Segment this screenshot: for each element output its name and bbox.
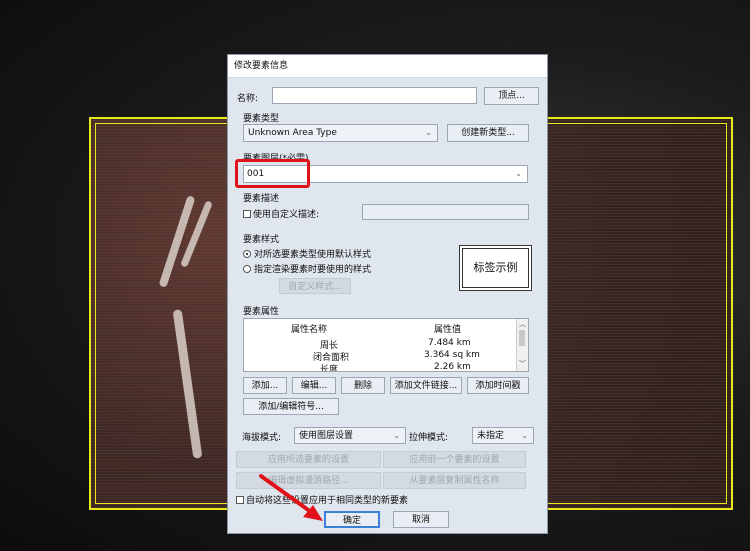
custom-style-text: 指定渲染要素时要使用的样式 bbox=[254, 265, 372, 275]
name-input[interactable] bbox=[272, 87, 477, 104]
delete-attribute-button[interactable]: 删除 bbox=[341, 377, 385, 394]
feature-type-select[interactable]: Unknown Area Type ⌄ bbox=[243, 124, 438, 142]
add-symbol-button[interactable]: 添加/编辑符号... bbox=[243, 398, 339, 415]
style-label: 要素样式 bbox=[243, 235, 280, 245]
default-style-radio[interactable]: 对所选要素类型使用默认样式 bbox=[243, 247, 371, 260]
add-attribute-button[interactable]: 添加... bbox=[243, 377, 287, 394]
custom-style-radio[interactable]: 指定渲染要素时要使用的样式 bbox=[243, 262, 371, 275]
altitude-mode-select[interactable]: 使用图层设置 ⌄ bbox=[294, 427, 406, 444]
column-header: 属性名称 bbox=[291, 325, 328, 335]
custom-desc-input[interactable] bbox=[362, 204, 529, 220]
vertex-button[interactable]: 顶点... bbox=[484, 87, 539, 105]
chevron-down-icon: ⌄ bbox=[515, 169, 522, 178]
name-label: 名称: bbox=[237, 94, 259, 104]
edit-attribute-button[interactable]: 编辑... bbox=[292, 377, 336, 394]
altitude-mode-label: 海拔模式: bbox=[242, 433, 282, 443]
attributes-table[interactable]: 属性名称 属性值 周长 7.484 km 闭合面积 3.364 sq km 长度… bbox=[243, 318, 529, 372]
column-header: 属性值 bbox=[434, 325, 462, 335]
scroll-up-icon[interactable]: ︿ bbox=[519, 319, 526, 329]
attributes-label: 要素属性 bbox=[243, 307, 280, 317]
radio-on-icon bbox=[243, 250, 251, 258]
table-scrollbar[interactable]: ︿ ﹀ bbox=[516, 319, 528, 371]
chevron-down-icon: ⌄ bbox=[425, 128, 432, 137]
custom-desc-checkbox[interactable]: 使用自定义描述: bbox=[243, 207, 319, 220]
description-label: 要素描述 bbox=[243, 194, 280, 204]
feature-type-label: 要素类型 bbox=[243, 114, 280, 124]
default-style-text: 对所选要素类型使用默认样式 bbox=[254, 250, 372, 260]
table-cell: 长度 bbox=[320, 365, 339, 372]
chevron-down-icon: ⌄ bbox=[521, 431, 528, 440]
label-sample-box: 标签示例 bbox=[459, 245, 532, 291]
table-cell: 7.484 km bbox=[428, 338, 471, 348]
custom-desc-text: 使用自定义描述: bbox=[253, 210, 320, 220]
apply-selected-button[interactable]: 应用所选要素的设置 bbox=[236, 451, 381, 468]
scroll-down-icon[interactable]: ﹀ bbox=[519, 359, 526, 369]
add-timestamp-button[interactable]: 添加时间戳 bbox=[467, 377, 529, 394]
scrollbar-thumb[interactable] bbox=[519, 330, 525, 346]
altitude-mode-value: 使用图层设置 bbox=[299, 431, 354, 441]
table-cell: 2.26 km bbox=[434, 362, 471, 372]
create-type-button[interactable]: 创建新类型... bbox=[447, 124, 529, 142]
radio-off-icon bbox=[243, 265, 251, 273]
copy-attribute-names-button[interactable]: 从要素层复制属性名称 bbox=[383, 472, 526, 489]
checkbox-icon bbox=[236, 496, 244, 504]
extrude-mode-value: 未指定 bbox=[477, 431, 505, 441]
label-sample: 标签示例 bbox=[462, 248, 529, 288]
feature-type-value: Unknown Area Type bbox=[248, 128, 337, 138]
chevron-down-icon: ⌄ bbox=[393, 431, 400, 440]
table-cell: 3.364 sq km bbox=[424, 350, 480, 360]
extrude-mode-label: 拉伸模式: bbox=[409, 433, 449, 443]
extrude-mode-select[interactable]: 未指定 ⌄ bbox=[472, 427, 534, 444]
cancel-button[interactable]: 取消 bbox=[393, 511, 449, 528]
custom-style-button[interactable]: 自定义样式... bbox=[279, 278, 351, 294]
checkbox-icon bbox=[243, 210, 251, 218]
highlight-box bbox=[235, 159, 310, 188]
apply-previous-button[interactable]: 应用前一个要素的设置 bbox=[383, 451, 526, 468]
modify-feature-dialog: 修改要素信息 名称: 顶点... 要素类型 Unknown Area Type … bbox=[227, 54, 548, 534]
dialog-title: 修改要素信息 bbox=[228, 55, 547, 78]
add-file-link-button[interactable]: 添加文件链接... bbox=[390, 377, 462, 394]
red-arrow-icon bbox=[259, 474, 323, 521]
